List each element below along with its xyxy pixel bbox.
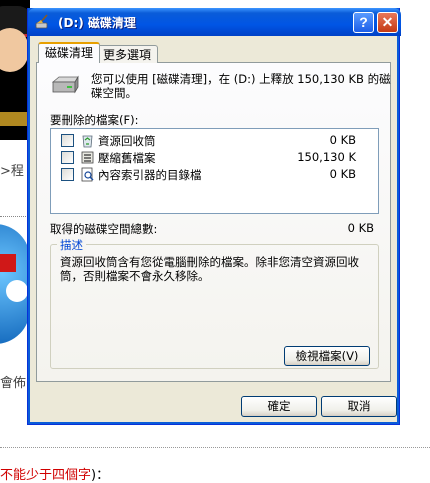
files-to-delete-label: 要刪除的檔案(F):	[50, 113, 139, 127]
pirate-avatar-image	[0, 0, 30, 140]
recycle-bin-icon	[82, 135, 93, 148]
recycle-bin-checkbox[interactable]	[61, 134, 74, 147]
file-name: 資源回收筒	[98, 134, 156, 148]
ok-button[interactable]: 確定	[241, 396, 317, 417]
view-files-button[interactable]: 檢視檔案(V)	[284, 346, 370, 366]
background-divider-bottom	[0, 447, 430, 449]
description-title: 描述	[57, 237, 86, 253]
tab-disk-cleanup[interactable]: 磁碟清理	[38, 42, 101, 63]
compress-old-files-checkbox[interactable]	[61, 151, 74, 164]
file-size: 150,130 K	[297, 150, 356, 164]
list-item[interactable]: 內容索引器的目錄檔 0 KB	[51, 166, 378, 183]
disk-cleanup-dialog: (D:) 磁碟清理 ? ✕ 磁碟清理 更多選項 您可以使用 [磁碟清理]，在 (…	[27, 8, 401, 425]
list-item[interactable]: 壓縮舊檔案 150,130 K	[51, 149, 378, 166]
background-text-program: >程	[0, 164, 24, 179]
dialog-title: (D:) 磁碟清理	[58, 16, 136, 30]
help-button[interactable]: ?	[353, 12, 374, 33]
file-name: 內容索引器的目錄檔	[98, 168, 202, 182]
total-space-label: 取得的磁碟空間總數:	[50, 222, 158, 236]
bottom-note-red: 不能少于四個字	[0, 468, 92, 483]
cleanup-summary-text: 您可以使用 [磁碟清理]，在 (D:) 上釋放 150,130 KB 的磁碟空間…	[91, 72, 391, 100]
tab-more-options[interactable]: 更多選項	[96, 45, 159, 63]
files-to-delete-list[interactable]: 資源回收筒 0 KB 壓縮舊檔案 150,130 K 內容索引器的目錄檔 0 K…	[50, 128, 379, 214]
file-size: 0 KB	[329, 133, 356, 147]
cancel-button[interactable]: 取消	[321, 396, 397, 417]
background-text-will: 會佈	[0, 376, 27, 391]
index-catalog-checkbox[interactable]	[61, 168, 74, 181]
skull-logo-image	[0, 224, 30, 354]
title-bar[interactable]: (D:) 磁碟清理 ? ✕	[28, 8, 401, 36]
bottom-note-black: )：	[91, 468, 110, 483]
background-divider	[0, 216, 26, 218]
background-bottom-note: 不能少于四個字)：	[0, 464, 109, 483]
hard-drive-icon	[51, 75, 79, 94]
list-item[interactable]: 資源回收筒 0 KB	[51, 132, 378, 149]
compress-icon	[81, 151, 94, 164]
file-size: 0 KB	[329, 167, 356, 181]
total-space-value: 0 KB	[347, 221, 374, 235]
description-text: 資源回收筒含有您從電腦刪除的檔案。除非您清空資源回收筒，否則檔案不會永久移除。	[60, 255, 359, 283]
close-button[interactable]: ✕	[377, 12, 398, 33]
file-name: 壓縮舊檔案	[98, 151, 156, 165]
index-catalog-icon	[81, 167, 94, 182]
disk-cleanup-broom-icon	[35, 14, 48, 29]
